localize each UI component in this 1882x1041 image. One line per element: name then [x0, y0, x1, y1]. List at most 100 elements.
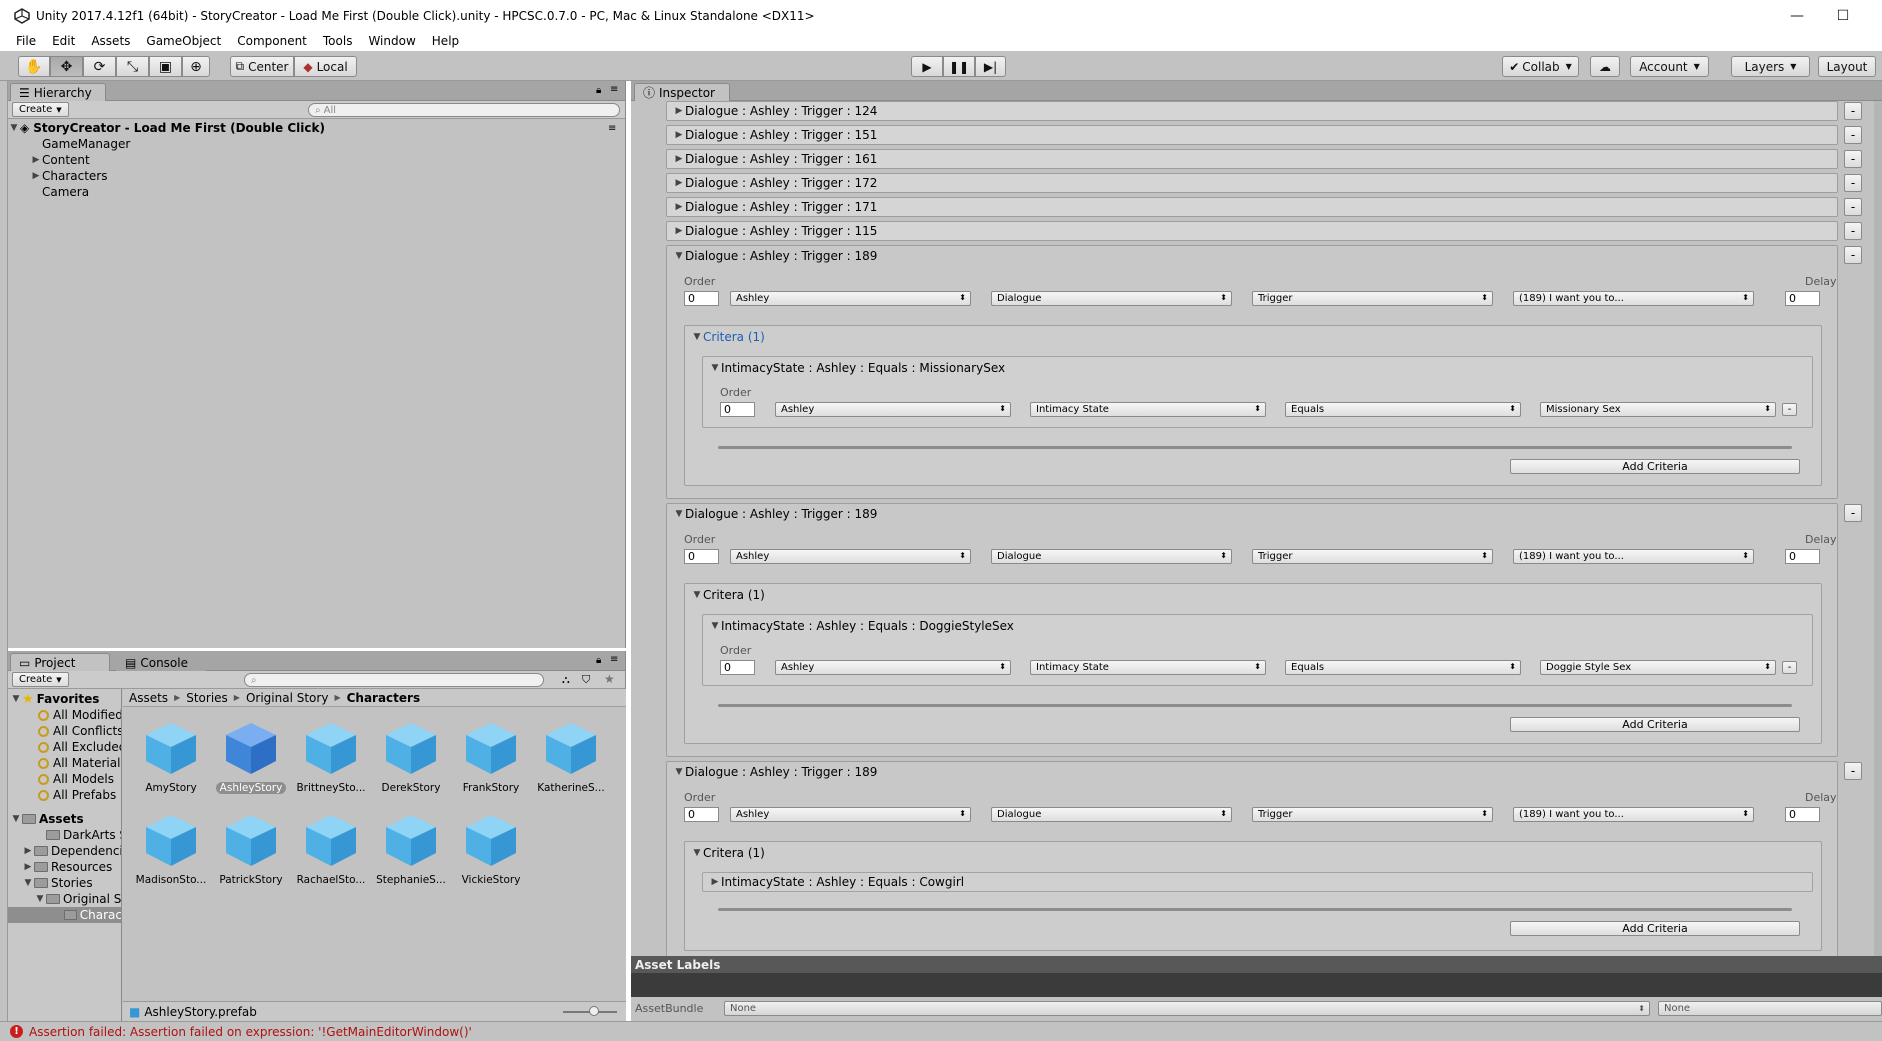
criterion-value-dropdown[interactable]: Doggie Style Sex ⬍ — [1540, 660, 1776, 675]
add-criteria-button[interactable]: Add Criteria — [1510, 717, 1800, 732]
expanded-triangle-icon[interactable]: ▼ — [709, 621, 721, 631]
filter-label-icon[interactable]: ⛉ — [582, 673, 590, 687]
folder-item-selected[interactable]: Charac — [8, 907, 121, 923]
remove-dialogue-button[interactable]: - — [1844, 102, 1862, 120]
order-field[interactable]: 0 — [684, 807, 719, 822]
folder-item[interactable]: ▼ Original S — [34, 891, 121, 907]
criterion-order-field[interactable]: 0 — [720, 402, 755, 417]
panel-menu-icon[interactable]: ≡ — [610, 84, 618, 95]
remove-dialogue-button[interactable]: - — [1844, 198, 1862, 216]
collapsed-triangle-icon[interactable]: ▶ — [673, 178, 685, 188]
filter-type-icon[interactable]: ⛬ — [562, 673, 570, 687]
collapsed-triangle-icon[interactable]: ▶ — [22, 862, 34, 872]
type-dropdown[interactable]: Dialogue ⬍ — [991, 549, 1232, 564]
collapsed-triangle-icon[interactable]: ▶ — [673, 202, 685, 212]
criterion-header[interactable]: ▼ IntimacyState : Ashley : Equals : Doggi… — [709, 619, 1014, 633]
add-criteria-button[interactable]: Add Criteria — [1510, 459, 1800, 474]
step-button[interactable]: ▶| — [975, 56, 1006, 77]
line-dropdown[interactable]: (189) I want you to... ⬍ — [1513, 549, 1754, 564]
collapsed-triangle-icon[interactable]: ▶ — [30, 155, 42, 165]
criterion-state-dropdown[interactable]: Intimacy State ⬍ — [1030, 402, 1266, 417]
collab-dropdown[interactable]: ✔ Collab ▼ — [1502, 56, 1579, 77]
hierarchy-item-content[interactable]: ▶ Content — [8, 152, 625, 168]
criteria-header[interactable]: ▼ Critera (1) — [691, 846, 765, 860]
icon-size-slider-thumb[interactable] — [589, 1006, 599, 1016]
favorite-item[interactable]: All Models — [38, 771, 114, 787]
trigger-dropdown[interactable]: Trigger ⬍ — [1252, 549, 1493, 564]
line-dropdown[interactable]: (189) I want you to... ⬍ — [1513, 291, 1754, 306]
dialogue-foldout[interactable]: ▶ Dialogue : Ashley : Trigger : 151 — [666, 125, 1838, 145]
breadcrumb-item[interactable]: Characters — [347, 691, 421, 705]
assets-header[interactable]: ▼ Assets — [10, 811, 84, 827]
hierarchy-item-characters[interactable]: ▶ Characters — [8, 168, 625, 184]
trigger-dropdown[interactable]: Trigger ⬍ — [1252, 291, 1493, 306]
pivot-center-button[interactable]: ⧉ Center — [230, 56, 294, 77]
asset-item[interactable]: RachaelSto... — [291, 811, 371, 886]
menu-window[interactable]: Window — [360, 31, 423, 51]
move-tool-button[interactable]: ✥ — [50, 56, 83, 77]
breadcrumb-item[interactable]: Stories — [186, 691, 228, 705]
favorite-item[interactable]: All Prefabs — [38, 787, 116, 803]
criteria-header[interactable]: ▼ Critera (1) — [691, 330, 765, 344]
favorite-item[interactable]: All Conflicts — [38, 723, 121, 739]
criterion-state-dropdown[interactable]: Intimacy State ⬍ — [1030, 660, 1266, 675]
character-dropdown[interactable]: Ashley ⬍ — [730, 807, 971, 822]
asset-item[interactable]: KatherineS... — [531, 719, 611, 794]
folder-item[interactable]: ▼ Stories — [22, 875, 93, 891]
collapsed-triangle-icon[interactable]: ▶ — [673, 130, 685, 140]
scale-tool-button[interactable]: ⤡ — [116, 56, 149, 77]
trigger-dropdown[interactable]: Trigger ⬍ — [1252, 807, 1493, 822]
collapsed-triangle-icon[interactable]: ▶ — [709, 877, 721, 887]
breadcrumb-item[interactable]: Original Story — [246, 691, 328, 705]
order-field[interactable]: 0 — [684, 549, 719, 564]
criterion-character-dropdown[interactable]: Ashley ⬍ — [775, 402, 1011, 417]
remove-dialogue-button[interactable]: - — [1844, 246, 1862, 264]
scene-row[interactable]: ▼ ◈ StoryCreator - Load Me First (Double… — [8, 120, 625, 136]
hierarchy-search-input[interactable]: ⌕ All — [308, 103, 620, 117]
panel-menu-icon[interactable]: ≡ — [610, 654, 618, 665]
inspector-scrollbar[interactable] — [1874, 101, 1882, 956]
hierarchy-create-button[interactable]: Create ▼ — [12, 102, 69, 117]
assetbundle-dropdown[interactable]: None ⬍ — [724, 1001, 1650, 1016]
menu-gameobject[interactable]: GameObject — [138, 31, 229, 51]
criterion-character-dropdown[interactable]: Ashley ⬍ — [775, 660, 1011, 675]
tab-console[interactable]: ▤ Console — [116, 653, 206, 671]
dialogue-header[interactable]: ▼ Dialogue : Ashley : Trigger : 189 — [667, 762, 1837, 782]
folder-item[interactable]: DarkArts St — [34, 827, 121, 843]
status-bar[interactable]: ! Assertion failed: Assertion failed on … — [0, 1021, 1882, 1041]
scene-menu-icon[interactable]: ≡ — [608, 123, 616, 134]
asset-item[interactable]: FrankStory — [451, 719, 531, 794]
dialogue-foldout[interactable]: ▶ Dialogue : Ashley : Trigger : 124 — [666, 101, 1838, 121]
order-field[interactable]: 0 — [684, 291, 719, 306]
menu-assets[interactable]: Assets — [83, 31, 138, 51]
collapsed-triangle-icon[interactable]: ▶ — [673, 106, 685, 116]
collapsed-triangle-icon[interactable]: ▶ — [673, 154, 685, 164]
dialogue-foldout[interactable]: ▶ Dialogue : Ashley : Trigger : 115 — [666, 221, 1838, 241]
asset-item[interactable]: PatrickStory — [211, 811, 291, 886]
dialogue-foldout[interactable]: ▶ Dialogue : Ashley : Trigger : 171 — [666, 197, 1838, 217]
remove-dialogue-button[interactable]: - — [1844, 150, 1862, 168]
hierarchy-item-gamemanager[interactable]: GameManager — [8, 136, 625, 152]
asset-item[interactable]: DerekStory — [371, 719, 451, 794]
menu-component[interactable]: Component — [229, 31, 315, 51]
dialogue-header[interactable]: ▼ Dialogue : Ashley : Trigger : 189 — [667, 246, 1837, 266]
remove-dialogue-button[interactable]: - — [1844, 126, 1862, 144]
favorite-item[interactable]: All Modified — [38, 707, 121, 723]
expanded-triangle-icon[interactable]: ▼ — [673, 767, 685, 777]
project-search-input[interactable]: ⌕ — [244, 673, 544, 687]
dialogue-header[interactable]: ▼ Dialogue : Ashley : Trigger : 189 — [667, 504, 1837, 524]
favorites-header[interactable]: ▼ ★ Favorites — [10, 691, 100, 707]
collapsed-triangle-icon[interactable]: ▶ — [22, 846, 34, 856]
transform-tool-button[interactable]: ⊕ — [182, 56, 210, 77]
criterion-value-dropdown[interactable]: Missionary Sex ⬍ — [1540, 402, 1776, 417]
dialogue-foldout[interactable]: ▶ Dialogue : Ashley : Trigger : 172 — [666, 173, 1838, 193]
add-criteria-button[interactable]: Add Criteria — [1510, 921, 1800, 936]
expanded-triangle-icon[interactable]: ▼ — [691, 848, 703, 858]
criterion-order-field[interactable]: 0 — [720, 660, 755, 675]
collapsed-triangle-icon[interactable]: ▶ — [30, 171, 42, 181]
menu-help[interactable]: Help — [424, 31, 467, 51]
expanded-triangle-icon[interactable]: ▼ — [10, 694, 22, 704]
type-dropdown[interactable]: Dialogue ⬍ — [991, 807, 1232, 822]
cloud-button[interactable]: ☁ — [1590, 56, 1620, 77]
breadcrumb-item[interactable]: Assets — [129, 691, 168, 705]
